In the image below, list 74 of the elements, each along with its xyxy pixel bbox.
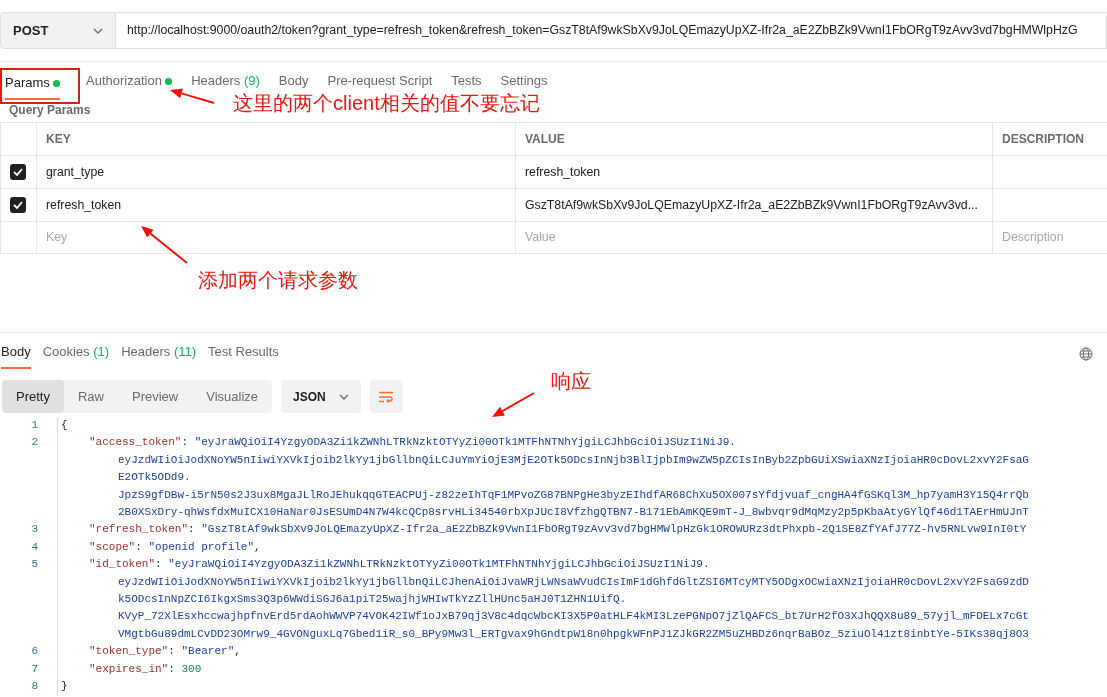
json-value: 2B0XSxDry-qhWsfdxMuICX10HaNar0JsESUmD4N7W4kcQCp8srvHLi34540rbXpJUcI8VfzhgQTBN7-B171EbAmKQE9mT-J_8wbvqr9dMqMzy2p5pKbaAtyGYlQf46d1TAErHmUJnT xyxy=(118,506,1029,519)
code-text: : xyxy=(135,540,142,553)
annotation-arrow xyxy=(170,88,215,104)
checkbox[interactable] xyxy=(10,164,26,180)
response-tab[interactable]: Body xyxy=(1,341,31,369)
json-key: "refresh_token" xyxy=(89,523,189,536)
check-icon xyxy=(13,168,23,176)
json-value: "eyJraWQiOiI4YzgyODA3Zi1kZWNhLTRkNzktOTYyZi00OTk1MTFhNTNhYjgiLCJhbGciOiJSUzI1NiJ9. xyxy=(194,436,736,449)
table-cell-text: refresh_token xyxy=(525,163,601,181)
json-key: "token_type" xyxy=(89,645,169,658)
table-cell-text: refresh_token xyxy=(46,196,122,214)
json-key: "expires_in" xyxy=(89,662,169,675)
line-number: 3 xyxy=(30,522,38,538)
json-value: KVyP_72XlEsxhccwajhpfnvErd5rdAohWWVP74VOK42IWf1oJxB79qj3V8c4dqcWbcKI3X5P0atHLF4kMI3LzePGNpO7jZlQAFCS_bt7UrH2fO3XJhQQX8u89_57yjl_mFDELx7cGt xyxy=(118,610,1029,623)
json-key: "id_token" xyxy=(89,558,155,571)
format-dropdown[interactable]: JSON xyxy=(281,380,361,413)
json-value: "GszT8tAf9wkSbXv9JoLQEmazyUpXZ-Ifr2a_aE2ZbBZk9VwnI1FbORgT9zAvv3vd7bgHMWlpHzGk1OROWURz3dtPhxpb-2Q1SE8ZfYAfJ77Z-hv5RNLvw9InI0tY xyxy=(201,523,1027,536)
view-mode-tab[interactable]: Visualize xyxy=(192,380,273,413)
json-value: VMgtbGu89dmLCvDD23OMrw9_4GVONguxLq7Gbed1iR_s0_BPy9Mw3l_ERTgvax9hGndtpW18n0hpgkWFnPJ1ZJkGR2ZM5uZHBDz6nqrBaBOz_5ziuOl41zt8inbtYe-5IKs38qj8O3 xyxy=(118,627,1029,640)
check-icon xyxy=(13,201,23,209)
annotation-arrow xyxy=(141,226,188,264)
code-text: : xyxy=(188,523,195,536)
method-dropdown[interactable]: POST xyxy=(0,12,116,49)
annotation-text: 添加两个请求参数 xyxy=(198,268,358,292)
json-key: "scope" xyxy=(89,540,136,553)
wrap-icon xyxy=(378,390,395,403)
response-tab[interactable]: Headers (11) xyxy=(121,341,197,369)
json-key: "access_token" xyxy=(89,436,182,449)
line-number: 2 xyxy=(30,435,38,451)
view-mode-tab[interactable]: Raw xyxy=(63,380,118,413)
table-cell-text: GszT8tAf9wkSbXv9JoLQEmazyUpXZ-Ifr2a_aE2ZbBZk9VwnI1FbORgT9zAvv3vd... xyxy=(525,196,978,214)
json-value: 300 xyxy=(181,662,202,675)
line-number: 7 xyxy=(30,661,38,677)
json-value: k5ODcsInNpZCI6IkgxSms3Q3p6WWdiSGJ6a1piT25wajhjWHIwTkYzZllHUnc5aHJ0T1ZHN1UifQ. xyxy=(118,593,627,606)
section-title: Query Params xyxy=(8,102,92,119)
globe-icon[interactable] xyxy=(1079,347,1093,361)
view-mode-tab[interactable]: Pretty xyxy=(2,380,64,413)
code-text: } xyxy=(61,680,68,693)
json-value: eyJzdWIiOiJodXNoYW5nIiwiYXVkIjoib2lkYy1jbGllbnQiLCJuYmYiOjE3MjE2OTk5ODcsInNjb3BlIjpbIm9wZW5pZCIsInByb2ZpbGUiXSwiaXNzIjoiaHR0cDovL2xvY2FsaG xyxy=(118,453,1029,466)
response-tab[interactable]: Cookies (1) xyxy=(42,341,110,369)
json-value: JpzS9gfDBw-i5rN50s2J3ux8MgaJLlRoJEhukqqGTEACPUj-z82zeIhTqF1MPvoZG87BNPgHe3byzEIhdfAR68ChXu5OX007sYfdjvuaf_cngHA4fGSKql3M_hp7yamH3Y15Q4rrQb xyxy=(118,488,1029,501)
code-text: : xyxy=(168,662,175,675)
line-number: 4 xyxy=(30,539,38,555)
caret-icon xyxy=(93,27,103,34)
table-cell-text: grant_type xyxy=(46,163,105,181)
line-number: 5 xyxy=(30,557,38,573)
code-text: : xyxy=(168,645,175,658)
request-tab[interactable]: Params xyxy=(5,72,61,100)
view-mode-tab[interactable]: Preview xyxy=(118,380,193,413)
annotation-text: 这里的两个client相关的值不要忘记 xyxy=(233,91,540,115)
json-value: "eyJraWQiOiI4YzgyODA3Zi1kZWNhLTRkNzktOTYyZi00OTk1MTFhNTNhYjgiLCJhbGciOiJSUzI1NiJ9. xyxy=(168,558,710,571)
request-tab[interactable]: Authorization xyxy=(86,70,173,98)
line-number: 6 xyxy=(30,644,38,660)
url-field[interactable]: http://localhost:9000/oauth2/token?grant_type=refresh_token&refresh_token=GszT8tAf9wkSbXv9JoLQEmazyUpXZ-Ifr2a_aE2ZbBZk9VwnI1FbORgT9zAvv3vd7bgHMWlpHzG xyxy=(116,12,1107,49)
wrap-lines-button[interactable] xyxy=(369,380,403,413)
line-number: 8 xyxy=(30,679,38,695)
column-header: KEY xyxy=(36,122,515,155)
json-value: eyJzdWIiOiJodXNoYW5nIiwiYXVkIjoib2lkYy1jbGllbnQiLCJhenAiOiJvaWRjLWNsaWVudCIsImF1dGhfdGltZSI6MTcyMTY5ODgxOCwiaXNzIjoiaHR0cDovL2xvY2FsaG9zdD xyxy=(118,575,1029,588)
caret-icon xyxy=(338,393,349,400)
column-header: VALUE xyxy=(515,122,992,155)
json-value: E2OTk5ODd9. xyxy=(118,471,191,484)
response-tab[interactable]: Test Results xyxy=(208,341,279,369)
line-number: 1 xyxy=(30,418,38,433)
code-text: , xyxy=(254,540,261,553)
json-value: "Bearer" xyxy=(181,645,235,658)
json-value: "openid profile" xyxy=(148,540,255,553)
code-text: , xyxy=(234,645,241,658)
checkbox[interactable] xyxy=(10,197,26,213)
annotation-arrow xyxy=(492,392,535,417)
annotation-text: 响应 xyxy=(551,369,591,393)
code-text: : xyxy=(181,436,189,449)
code-text: { xyxy=(61,419,68,431)
column-header: DESCRIPTION xyxy=(992,122,1107,155)
code-text: : xyxy=(155,558,162,571)
